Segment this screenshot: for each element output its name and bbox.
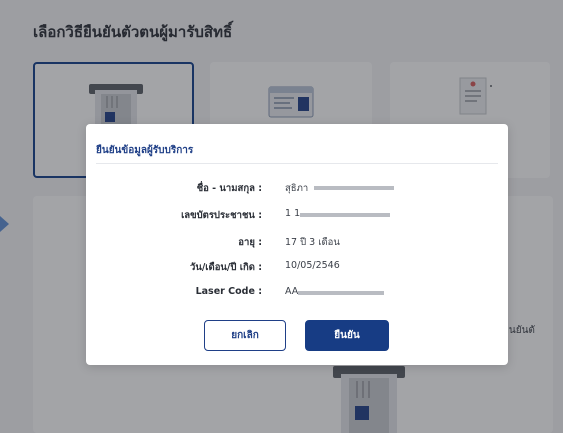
field-row-laser-code: Laser Code : AA <box>86 286 508 302</box>
field-value: AA <box>285 286 299 297</box>
cancel-button[interactable]: ยกเลิก <box>204 320 286 351</box>
field-row-birthdate: วัน/เดือน/ปี เกิด : 10/05/2546 <box>86 260 508 276</box>
field-value: 1 1 <box>285 208 301 219</box>
field-value: สุธิภา <box>285 183 309 194</box>
field-row-citizen-id: เลขบัตรประชาชน : 1 1 <box>86 208 508 224</box>
field-value: 10/05/2546 <box>285 260 340 271</box>
field-row-age: อายุ : 17 ปี 3 เดือน <box>86 235 508 251</box>
field-value: 17 ปี 3 เดือน <box>285 237 340 248</box>
field-label: วัน/เดือน/ปี เกิด : <box>190 262 262 273</box>
field-label: Laser Code : <box>195 286 262 297</box>
dialog-divider <box>96 163 498 164</box>
field-label: อายุ : <box>238 237 262 248</box>
dialog-title: ยืนยันข้อมูลผู้รับบริการ <box>96 145 194 156</box>
redaction-bar <box>314 186 394 190</box>
field-label: ชื่อ - นามสกุล : <box>196 183 262 194</box>
redaction-bar <box>298 291 384 295</box>
field-label: เลขบัตรประชาชน : <box>181 210 262 221</box>
confirm-recipient-dialog: ยืนยันข้อมูลผู้รับบริการ ชื่อ - นามสกุล … <box>86 124 508 365</box>
confirm-button[interactable]: ยืนยัน <box>305 320 389 351</box>
field-row-fullname: ชื่อ - นามสกุล : สุธิภา <box>86 181 508 197</box>
redaction-bar <box>300 213 390 217</box>
